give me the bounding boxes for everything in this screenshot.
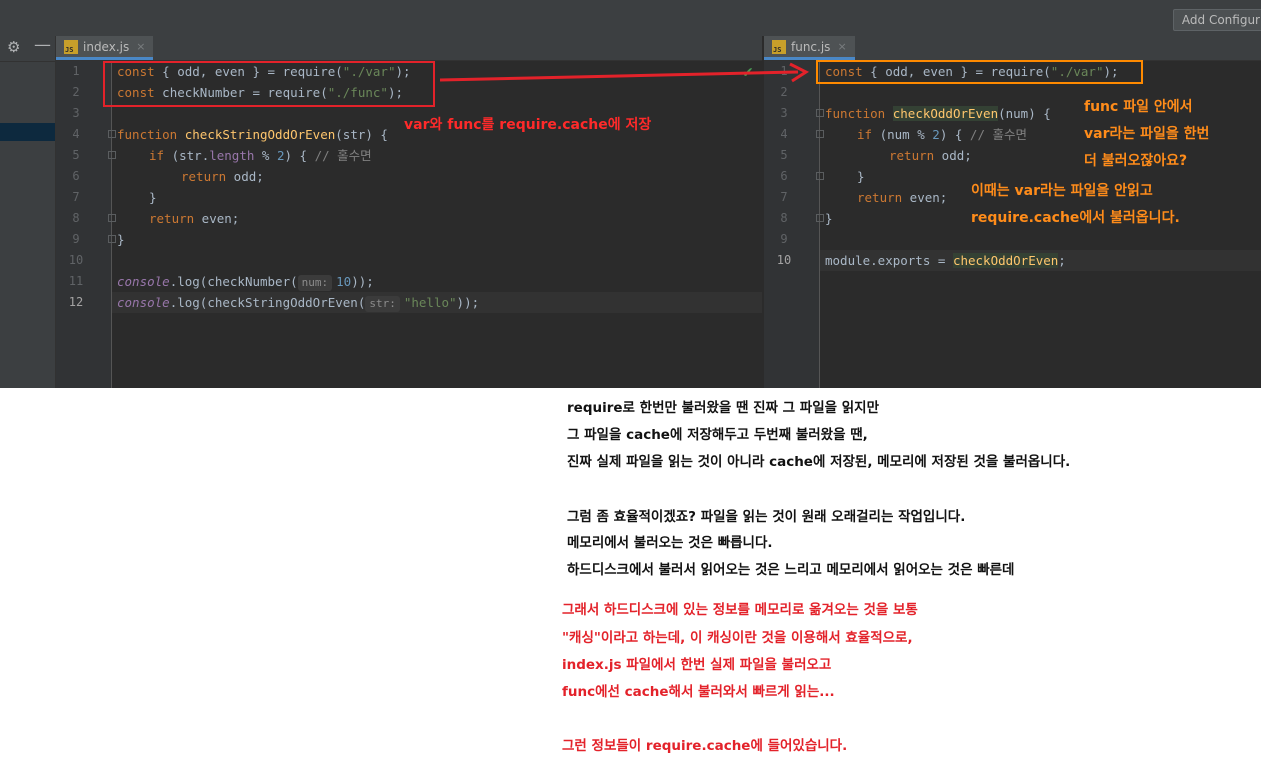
annotation-right-3: 더 불러오잖아요? [1084, 153, 1188, 169]
annotation-right-4: 이때는 var라는 파일을 안읽고 [971, 183, 1153, 199]
explanation-line: 그럼 좀 효율적이겠죠? 파일을 읽는 것이 원래 오래걸리는 작업입니다. [567, 509, 966, 525]
explanation-line-red: 그런 정보들이 require.cache에 들어있습니다. [562, 738, 848, 754]
explanation-line-red: func에선 cache해서 불러와서 빠르게 읽는... [562, 684, 835, 700]
explanation-line-red: 그래서 하드디스크에 있는 정보를 메모리로 옮겨오는 것을 보통 [562, 602, 918, 618]
annotation-left: var와 func를 require.cache에 저장 [404, 117, 652, 133]
explanation-line: 하드디스크에서 불러서 읽어오는 것은 느리고 메모리에서 읽어오는 것은 빠른… [567, 562, 1015, 578]
explanation-line: 그 파일을 cache에 저장해두고 두번째 불러왔을 땐, [567, 427, 868, 443]
explanation-line-red: "캐싱"이라고 하는데, 이 캐싱이란 것을 이용해서 효율적으로, [562, 630, 913, 646]
annotation-right-1: func 파일 안에서 [1084, 99, 1193, 115]
explanation-line: 메모리에서 불러오는 것은 빠릅니다. [567, 535, 773, 551]
explanation-line: 진짜 실제 파일을 읽는 것이 아니라 cache에 저장된, 메모리에 저장된… [567, 454, 1071, 470]
ide-window: Add Configur ⚙ — JS index.js × JS func.j… [0, 0, 1261, 388]
annotation-right-2: var라는 파일을 한번 [1084, 126, 1210, 142]
explanation-line-red: index.js 파일에서 한번 실제 파일을 불러오고 [562, 657, 832, 673]
explanation-line: require로 한번만 불러왔을 땐 진짜 그 파일을 읽지만 [567, 400, 879, 416]
annotation-right-5: require.cache에서 불러옵니다. [971, 210, 1180, 226]
